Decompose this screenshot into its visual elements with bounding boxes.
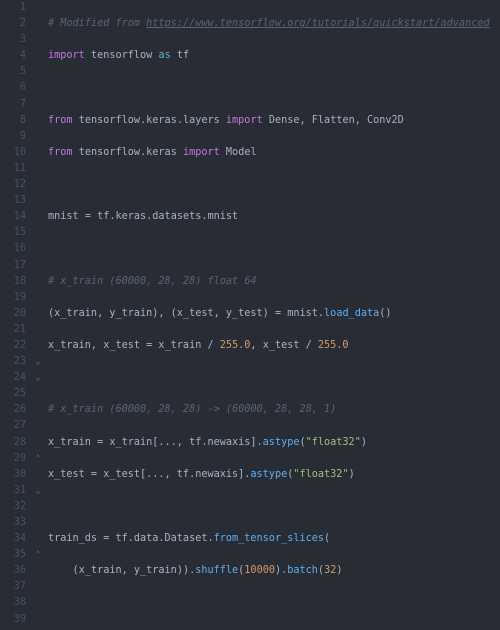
line-number: 10 (0, 145, 26, 161)
line-number: 22 (0, 338, 26, 354)
fold-toggle-icon[interactable]: ⌄ (32, 354, 44, 370)
line-number: 4 (0, 48, 26, 64)
line-number: 34 (0, 531, 26, 547)
line-number: 6 (0, 80, 26, 96)
fold-toggle-icon[interactable]: ⌄ (32, 483, 44, 499)
fold-toggle-icon[interactable]: ⌄ (32, 370, 44, 386)
line-number: 28 (0, 435, 26, 451)
line-number: 38 (0, 595, 26, 611)
line-number: 5 (0, 64, 26, 80)
line-number: 26 (0, 402, 26, 418)
line-number: 2 (0, 16, 26, 32)
line-number: 17 (0, 258, 26, 274)
line-number: 20 (0, 306, 26, 322)
code-editor[interactable]: 1 2 3 4 5 6 7 8 9 10 11 12 13 14 15 16 1… (0, 0, 500, 630)
comment: # Modified from https://www.tensorflow.o… (48, 18, 490, 29)
comment: # x_train (60000, 28, 28) float 64 (48, 276, 257, 287)
line-number: 23 (0, 354, 26, 370)
line-number: 36 (0, 563, 26, 579)
line-number: 30 (0, 467, 26, 483)
line-number-gutter: 1 2 3 4 5 6 7 8 9 10 11 12 13 14 15 16 1… (0, 0, 32, 630)
line-number: 29 (0, 451, 26, 467)
line-number: 39 (0, 612, 26, 628)
line-number: 35 (0, 547, 26, 563)
line-number: 27 (0, 418, 26, 434)
line-number: 11 (0, 161, 26, 177)
line-number: 14 (0, 209, 26, 225)
line-number: 33 (0, 515, 26, 531)
line-number: 32 (0, 499, 26, 515)
line-number: 16 (0, 241, 26, 257)
line-number: 19 (0, 290, 26, 306)
line-number: 31 (0, 483, 26, 499)
line-number: 18 (0, 274, 26, 290)
line-number: 7 (0, 97, 26, 113)
fold-toggle-icon[interactable]: ⌃ (32, 451, 44, 467)
line-number: 3 (0, 32, 26, 48)
keyword-import: import (48, 50, 85, 61)
line-number: 9 (0, 129, 26, 145)
comment: # x_train (60000, 28, 28) -> (60000, 28,… (48, 404, 336, 415)
line-number: 25 (0, 386, 26, 402)
line-number: 37 (0, 579, 26, 595)
line-number: 1 (0, 0, 26, 16)
line-number: 15 (0, 225, 26, 241)
code-area[interactable]: # Modified from https://www.tensorflow.o… (44, 0, 500, 630)
line-number: 24 (0, 370, 26, 386)
fold-gutter: ⌄ ⌄ ⌃ ⌄ ⌃ (32, 0, 44, 630)
fold-toggle-icon[interactable]: ⌃ (32, 547, 44, 563)
line-number: 13 (0, 193, 26, 209)
line-number: 8 (0, 113, 26, 129)
line-number: 12 (0, 177, 26, 193)
line-number: 21 (0, 322, 26, 338)
